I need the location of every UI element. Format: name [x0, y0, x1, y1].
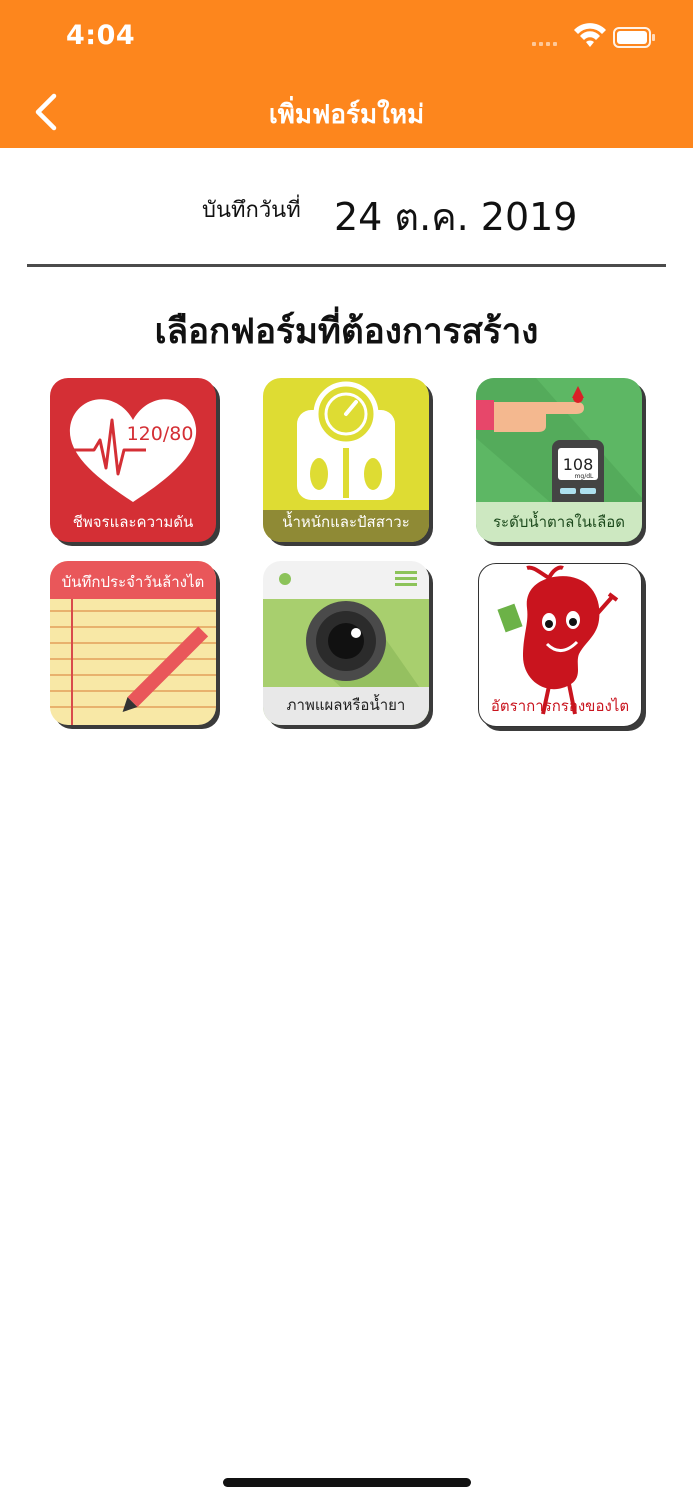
wifi-icon — [574, 23, 606, 47]
date-divider — [27, 264, 666, 267]
signal-icon — [532, 42, 557, 46]
form-tile-label: ชีพจรและความดัน — [72, 513, 194, 531]
home-indicator[interactable] — [223, 1478, 471, 1487]
form-tile-gfr[interactable]: อัตราการกรองของไต — [478, 563, 642, 727]
glucose-reading-text: 108 — [563, 455, 594, 474]
bp-reading-text: 120/80 — [127, 423, 194, 445]
record-date-label: บันทึกวันที่ — [202, 198, 301, 223]
battery-icon — [613, 27, 655, 48]
section-title: เลือกฟอร์มที่ต้องการสร้าง — [154, 312, 539, 352]
form-tile-weight[interactable]: น้ำหนักและปัสสาวะ — [263, 378, 429, 542]
form-tile-photo[interactable]: ภาพแผลหรือน้ำยา — [263, 561, 429, 725]
form-tile-label: อัตราการกรองของไต — [490, 697, 630, 715]
form-tile-blood-sugar[interactable]: 108 mg/dL ระดับน้ำตาลในเลือด — [476, 378, 642, 542]
record-date-row[interactable]: บันทึกวันที่ 24 ต.ค. 2019 — [0, 186, 693, 246]
form-tile-dialysis-diary[interactable]: บันทึกประจำวันล้างไต — [50, 561, 216, 725]
record-date-value[interactable]: 24 ต.ค. 2019 — [334, 186, 577, 247]
status-icons — [532, 22, 657, 54]
glucose-unit-text: mg/dL — [575, 473, 594, 480]
top-bar: 4:04 เพิ่มฟอร์มใหม่ — [0, 0, 693, 148]
page-title: เพิ่มฟอร์มใหม่ — [268, 100, 425, 130]
form-tile-label: น้ำหนักและปัสสาวะ — [282, 513, 410, 531]
status-time: 4:04 — [66, 20, 136, 51]
form-tile-label: ภาพแผลหรือน้ำยา — [286, 696, 406, 714]
form-tile-vitals[interactable]: 120/80 ชีพจรและความดัน — [50, 378, 216, 542]
form-tile-label: ระดับน้ำตาลในเลือด — [492, 513, 626, 531]
form-tile-label: บันทึกประจำวันล้างไต — [61, 573, 205, 591]
